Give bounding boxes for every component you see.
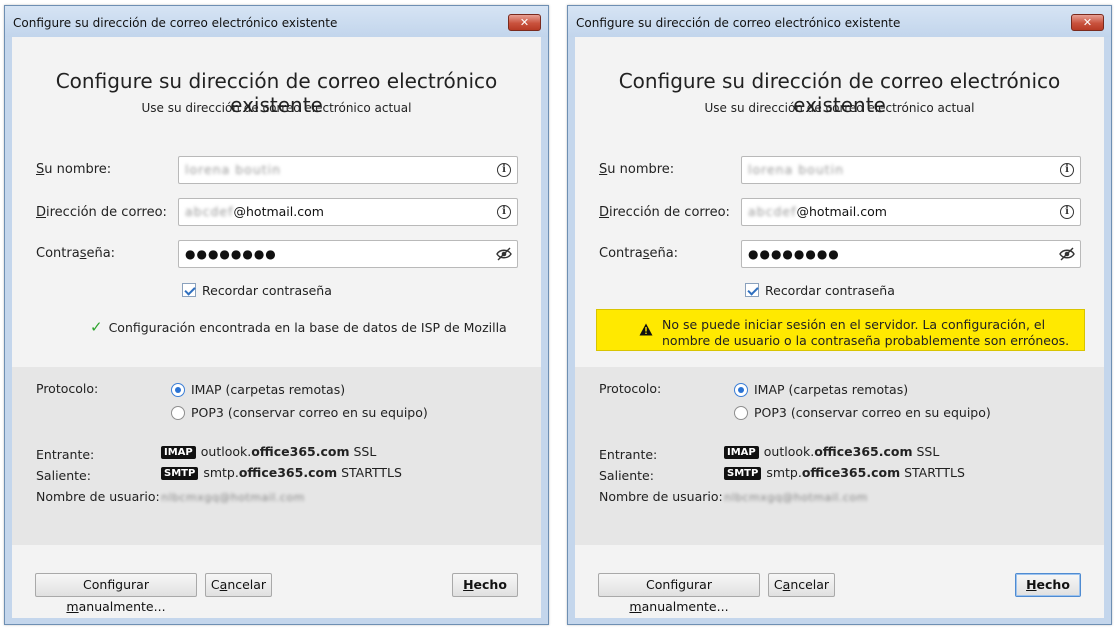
dialog-body: Configure su dirección de correo electró… bbox=[12, 37, 541, 618]
email-field[interactable]: abcdef@hotmail.com i bbox=[178, 198, 518, 226]
name-value: lorena boutin bbox=[185, 162, 282, 177]
done-button[interactable]: Hecho bbox=[452, 573, 518, 597]
pop3-radio[interactable]: POP3 (conservar correo en su equipo) bbox=[171, 405, 428, 420]
radio-selected[interactable] bbox=[734, 383, 748, 397]
username-label: Nombre de usuario: bbox=[36, 489, 160, 504]
name-field[interactable]: lorena boutin i bbox=[178, 156, 518, 184]
remember-password-label: Recordar contraseña bbox=[202, 283, 332, 298]
manual-config-button[interactable]: Configurar manualmente... bbox=[35, 573, 197, 614]
email-user-blurred: abcdef bbox=[748, 204, 797, 219]
incoming-server: IMAP outlook.office365.com SSL bbox=[724, 444, 939, 459]
remember-password-checkbox[interactable]: Recordar contraseña bbox=[745, 283, 895, 298]
email-domain: @hotmail.com bbox=[796, 204, 887, 219]
incoming-server: IMAP outlook.office365.com SSL bbox=[161, 444, 376, 459]
imap-badge: IMAP bbox=[724, 446, 759, 459]
name-field[interactable]: lorena boutin i bbox=[741, 156, 1081, 184]
protocol-label: Protocolo: bbox=[599, 381, 662, 396]
email-field[interactable]: abcdef@hotmail.com i bbox=[741, 198, 1081, 226]
imap-badge: IMAP bbox=[161, 446, 196, 459]
checkbox-checked[interactable] bbox=[745, 283, 759, 297]
imap-radio[interactable]: IMAP (carpetas remotas) bbox=[171, 382, 345, 397]
remember-password-checkbox[interactable]: Recordar contraseña bbox=[182, 283, 332, 298]
account-setup-dialog-success: Configure su dirección de correo electró… bbox=[4, 5, 549, 625]
name-label: Su nombre: bbox=[36, 162, 112, 177]
info-circle-icon[interactable]: i bbox=[1060, 163, 1074, 177]
password-value: ●●●●●●●● bbox=[748, 247, 840, 261]
password-label: Contraseña: bbox=[36, 246, 116, 261]
incoming-label: Entrante: bbox=[599, 447, 658, 462]
password-value: ●●●●●●●● bbox=[185, 247, 277, 261]
username-label: Nombre de usuario: bbox=[599, 489, 723, 504]
email-label: Dirección de correo: bbox=[599, 205, 730, 220]
window-title: Configure su dirección de correo electró… bbox=[13, 16, 338, 30]
radio-unselected[interactable] bbox=[734, 406, 748, 420]
email-domain: @hotmail.com bbox=[233, 204, 324, 219]
page-subtitle: Use su dirección de correo electrónico a… bbox=[141, 101, 412, 115]
title-bar: Configure su dirección de correo electró… bbox=[5, 6, 548, 37]
title-bar: Configure su dirección de correo electró… bbox=[568, 6, 1111, 37]
status-text: Configuración encontrada en la base de d… bbox=[108, 320, 507, 335]
radio-selected[interactable] bbox=[171, 383, 185, 397]
window-title: Configure su dirección de correo electró… bbox=[576, 16, 901, 30]
remember-password-label: Recordar contraseña bbox=[765, 283, 895, 298]
outgoing-label: Saliente: bbox=[36, 468, 91, 483]
outgoing-server: SMTP smtp.office365.com STARTTLS bbox=[724, 465, 965, 480]
username-value: nlbcmxgq@hotmail.com bbox=[724, 491, 868, 504]
protocol-label: Protocolo: bbox=[36, 381, 99, 396]
outgoing-label: Saliente: bbox=[599, 468, 654, 483]
error-text-line2: nombre de usuario o la contraseña probab… bbox=[662, 333, 1070, 348]
password-field[interactable]: ●●●●●●●● bbox=[178, 240, 518, 268]
email-user-blurred: abcdef bbox=[185, 204, 234, 219]
dialog-body: Configure su dirección de correo electró… bbox=[575, 37, 1104, 618]
smtp-badge: SMTP bbox=[724, 467, 762, 480]
close-icon[interactable]: ✕ bbox=[1071, 14, 1104, 31]
cancel-button[interactable]: Cancelar bbox=[205, 573, 272, 597]
imap-radio[interactable]: IMAP (carpetas remotas) bbox=[734, 382, 908, 397]
username-value: nlbcmxgq@hotmail.com bbox=[161, 491, 305, 504]
server-settings-panel: Protocolo: IMAP (carpetas remotas) POP3 … bbox=[575, 367, 1104, 545]
server-settings-panel: Protocolo: IMAP (carpetas remotas) POP3 … bbox=[12, 367, 541, 545]
name-value: lorena boutin bbox=[748, 162, 845, 177]
info-circle-icon[interactable]: i bbox=[497, 163, 511, 177]
eye-slash-icon[interactable] bbox=[496, 247, 512, 261]
checkmark-icon: ✓ bbox=[90, 318, 103, 336]
pop3-radio[interactable]: POP3 (conservar correo en su equipo) bbox=[734, 405, 991, 420]
close-icon[interactable]: ✕ bbox=[508, 14, 541, 31]
checkbox-checked[interactable] bbox=[182, 283, 196, 297]
page-subtitle: Use su dirección de correo electrónico a… bbox=[704, 101, 975, 115]
password-label: Contraseña: bbox=[599, 246, 679, 261]
error-text-line1: No se puede iniciar sesión en el servido… bbox=[662, 317, 1046, 332]
info-circle-icon[interactable]: i bbox=[497, 205, 511, 219]
outgoing-server: SMTP smtp.office365.com STARTTLS bbox=[161, 465, 402, 480]
error-banner: No se puede iniciar sesión en el servido… bbox=[596, 309, 1085, 351]
radio-unselected[interactable] bbox=[171, 406, 185, 420]
incoming-label: Entrante: bbox=[36, 447, 95, 462]
eye-slash-icon[interactable] bbox=[1059, 247, 1075, 261]
cancel-button[interactable]: Cancelar bbox=[768, 573, 835, 597]
manual-config-button[interactable]: Configurar manualmente... bbox=[598, 573, 760, 614]
warning-triangle-icon bbox=[639, 323, 653, 336]
smtp-badge: SMTP bbox=[161, 467, 199, 480]
done-button[interactable]: Hecho bbox=[1015, 573, 1081, 597]
status-message: ✓ Configuración encontrada en la base de … bbox=[90, 318, 507, 336]
email-label: Dirección de correo: bbox=[36, 205, 167, 220]
name-label: Su nombre: bbox=[599, 162, 675, 177]
account-setup-dialog-error: Configure su dirección de correo electró… bbox=[567, 5, 1112, 625]
password-field[interactable]: ●●●●●●●● bbox=[741, 240, 1081, 268]
info-circle-icon[interactable]: i bbox=[1060, 205, 1074, 219]
